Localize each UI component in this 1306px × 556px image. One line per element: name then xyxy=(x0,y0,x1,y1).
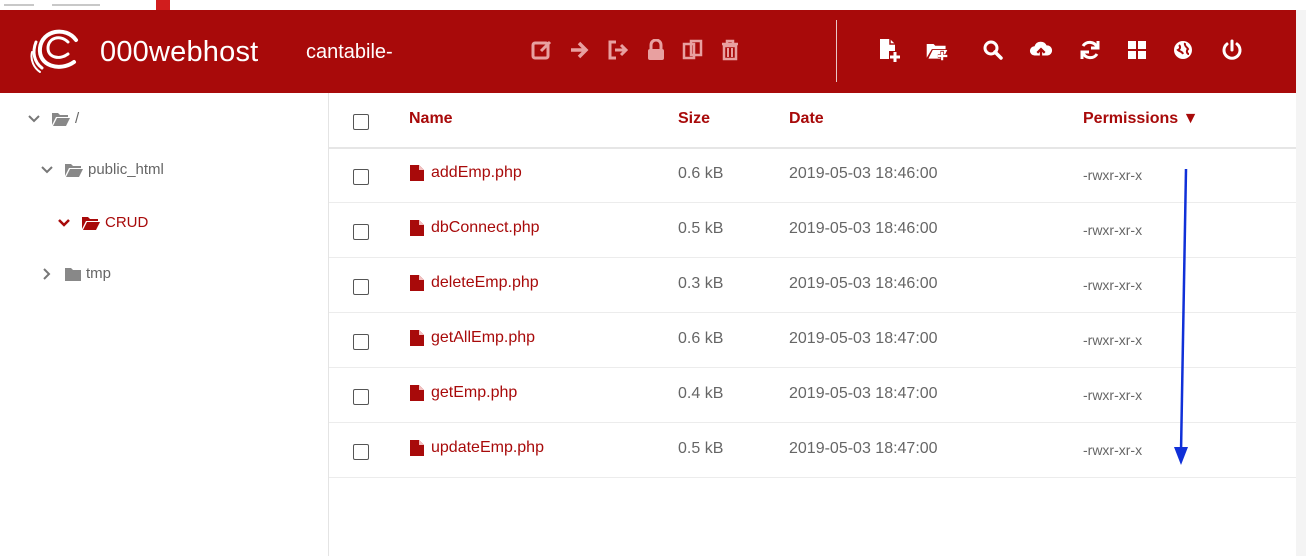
column-date[interactable]: Date xyxy=(789,110,824,128)
logo-icon xyxy=(30,22,88,76)
tree-item-label: public_html xyxy=(88,161,164,178)
file-icon xyxy=(409,219,431,237)
file-name[interactable]: getAllEmp.php xyxy=(431,329,535,347)
file-size: 0.6 kB xyxy=(678,165,724,182)
file-name[interactable]: deleteEmp.php xyxy=(431,274,539,292)
folder-icon xyxy=(64,266,82,282)
row-checkbox[interactable] xyxy=(353,334,369,350)
column-permissions[interactable]: Permissions ▼ xyxy=(1083,110,1198,128)
file-permissions[interactable]: -rwxr-xr-x xyxy=(1083,332,1142,348)
column-name[interactable]: Name xyxy=(409,110,453,128)
file-permissions[interactable]: -rwxr-xr-x xyxy=(1083,167,1142,183)
file-name[interactable]: updateEmp.php xyxy=(431,439,544,457)
file-date: 2019-05-03 18:47:00 xyxy=(789,440,938,457)
table-row[interactable]: getAllEmp.php 0.6 kB 2019-05-03 18:47:00 -r… xyxy=(329,313,1296,368)
file-name-link[interactable]: addEmp.php xyxy=(409,164,522,182)
tree-item-root[interactable]: / xyxy=(27,110,79,127)
file-name-link[interactable]: getEmp.php xyxy=(409,384,517,402)
brand-name[interactable]: 000webhost xyxy=(100,36,258,69)
file-name-link[interactable]: updateEmp.php xyxy=(409,439,544,457)
table-header: Name Size Date Permissions ▼ xyxy=(329,93,1296,149)
strip-mark xyxy=(52,4,100,6)
tree-item-label: / xyxy=(75,110,80,127)
tree-item-label: CRUD xyxy=(105,214,149,231)
file-size: 0.6 kB xyxy=(678,330,724,347)
file-size: 0.5 kB xyxy=(678,220,724,237)
row-checkbox[interactable] xyxy=(353,444,369,460)
select-all-checkbox[interactable] xyxy=(353,114,369,130)
chevron-down-icon[interactable] xyxy=(57,218,71,227)
file-size: 0.5 kB xyxy=(678,440,724,457)
refresh-icon[interactable] xyxy=(1078,36,1102,64)
strip-red-mark xyxy=(156,0,170,10)
file-name-link[interactable]: deleteEmp.php xyxy=(409,274,539,292)
folder-tree: / public_html CRUD tmp xyxy=(0,93,329,556)
chevron-down-icon[interactable] xyxy=(40,165,54,174)
row-checkbox[interactable] xyxy=(353,224,369,240)
file-name-link[interactable]: getAllEmp.php xyxy=(409,329,535,347)
column-size[interactable]: Size xyxy=(678,110,710,128)
file-name-link[interactable]: dbConnect.php xyxy=(409,219,540,237)
trash-icon[interactable] xyxy=(718,36,742,64)
tree-item-public-html[interactable]: public_html xyxy=(40,161,164,178)
file-date: 2019-05-03 18:46:00 xyxy=(789,165,938,182)
file-date: 2019-05-03 18:47:00 xyxy=(789,385,938,402)
table-row[interactable]: addEmp.php 0.6 kB 2019-05-03 18:46:00 -rwxr… xyxy=(329,148,1296,203)
file-size: 0.3 kB xyxy=(678,275,724,292)
table-row[interactable]: dbConnect.php 0.5 kB 2019-05-03 18:46:00 -r… xyxy=(329,203,1296,258)
table-row[interactable]: deleteEmp.php 0.3 kB 2019-05-03 18:46:00 -r… xyxy=(329,258,1296,313)
annotation-arrow xyxy=(1174,168,1188,465)
site-name: cantabile- xyxy=(306,41,393,63)
toolbar-divider xyxy=(836,20,837,82)
table-row[interactable]: updateEmp.php 0.5 kB 2019-05-03 18:47:00 -r… xyxy=(329,423,1296,478)
tree-item-label: tmp xyxy=(86,265,112,282)
file-name[interactable]: addEmp.php xyxy=(431,164,522,182)
sign-out-icon[interactable] xyxy=(606,36,630,64)
lock-icon[interactable] xyxy=(644,36,668,64)
scrollbar[interactable] xyxy=(1296,10,1306,556)
new-folder-icon[interactable] xyxy=(925,36,949,64)
file-date: 2019-05-03 18:47:00 xyxy=(789,330,938,347)
app-header: 000webhost cantabile- xyxy=(0,10,1296,93)
file-list: Name Size Date Permissions ▼ addEmp.php 0… xyxy=(329,93,1296,556)
file-permissions[interactable]: -rwxr-xr-x xyxy=(1083,277,1142,293)
globe-icon[interactable] xyxy=(1171,36,1195,64)
file-icon xyxy=(409,329,431,347)
folder-open-icon xyxy=(64,162,84,178)
file-permissions[interactable]: -rwxr-xr-x xyxy=(1083,387,1142,403)
row-checkbox[interactable] xyxy=(353,169,369,185)
file-date: 2019-05-03 18:46:00 xyxy=(789,275,938,292)
row-checkbox[interactable] xyxy=(353,389,369,405)
file-permissions[interactable]: -rwxr-xr-x xyxy=(1083,442,1142,458)
strip-mark xyxy=(4,4,34,6)
file-name[interactable]: dbConnect.php xyxy=(431,219,540,237)
top-strip xyxy=(0,0,1306,10)
chevron-down-icon[interactable] xyxy=(27,114,41,123)
file-icon xyxy=(409,164,431,182)
row-checkbox[interactable] xyxy=(353,279,369,295)
file-icon xyxy=(409,439,431,457)
search-icon[interactable] xyxy=(981,36,1005,64)
file-icon xyxy=(409,274,431,292)
file-size: 0.4 kB xyxy=(678,385,724,402)
upload-cloud-icon[interactable] xyxy=(1029,36,1053,64)
file-icon xyxy=(409,384,431,402)
new-file-icon[interactable] xyxy=(877,36,901,64)
tree-item-crud[interactable]: CRUD xyxy=(57,214,148,231)
file-permissions[interactable]: -rwxr-xr-x xyxy=(1083,222,1142,238)
chevron-right-icon[interactable] xyxy=(40,267,54,280)
table-row[interactable]: getEmp.php 0.4 kB 2019-05-03 18:47:00 -rwxr… xyxy=(329,368,1296,423)
folder-open-icon xyxy=(51,111,71,127)
file-name[interactable]: getEmp.php xyxy=(431,384,517,402)
arrow-right-icon[interactable] xyxy=(568,36,592,64)
edit-icon[interactable] xyxy=(530,36,554,64)
file-date: 2019-05-03 18:46:00 xyxy=(789,220,938,237)
power-icon[interactable] xyxy=(1220,36,1244,64)
grid-icon[interactable] xyxy=(1125,36,1149,64)
folder-open-icon xyxy=(81,215,101,231)
tree-item-tmp[interactable]: tmp xyxy=(40,265,111,282)
copy-icon[interactable] xyxy=(681,36,705,64)
